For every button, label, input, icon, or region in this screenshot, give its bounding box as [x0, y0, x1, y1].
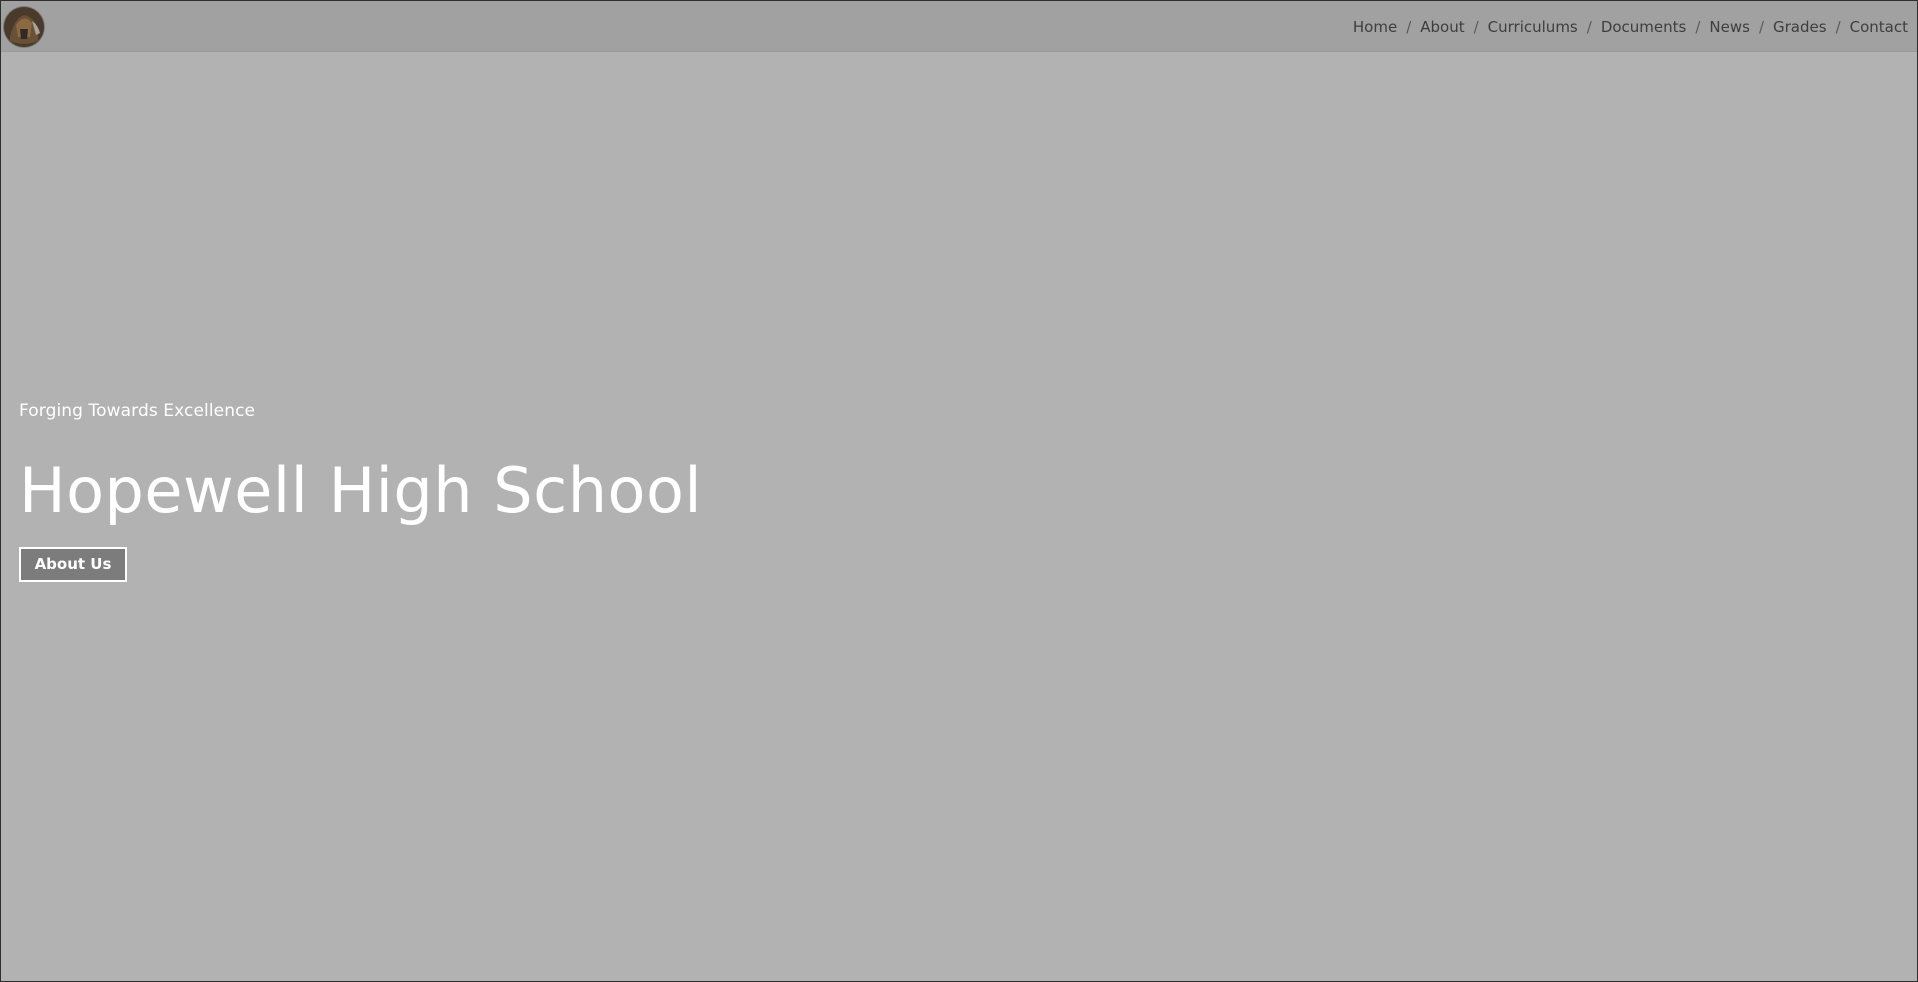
school-logo-icon[interactable] [4, 7, 44, 47]
nav-item-home[interactable]: Home [1353, 18, 1397, 36]
top-navbar: Home / About / Curriculums / Documents /… [1, 1, 1917, 52]
nav-item-grades[interactable]: Grades [1773, 18, 1827, 36]
nav-separator: / [1586, 18, 1592, 36]
nav-item-about[interactable]: About [1420, 18, 1464, 36]
hero-section: Forging Towards Excellence Hopewell High… [19, 397, 702, 582]
main-navigation: Home / About / Curriculums / Documents /… [1353, 16, 1908, 38]
nav-separator: / [1695, 18, 1701, 36]
about-us-button[interactable]: About Us [19, 547, 127, 582]
nav-item-documents[interactable]: Documents [1601, 18, 1687, 36]
nav-item-contact[interactable]: Contact [1850, 18, 1908, 36]
nav-separator: / [1758, 18, 1765, 36]
hero-tagline: Forging Towards Excellence [19, 401, 256, 421]
nav-separator: / [1406, 18, 1412, 36]
nav-separator: / [1835, 18, 1841, 36]
nav-item-curriculums[interactable]: Curriculums [1488, 18, 1578, 36]
hero-title: Hopewell High School [19, 454, 703, 527]
nav-separator: / [1473, 18, 1479, 36]
nav-item-news[interactable]: News [1709, 18, 1750, 36]
page: Home / About / Curriculums / Documents /… [0, 0, 1918, 982]
